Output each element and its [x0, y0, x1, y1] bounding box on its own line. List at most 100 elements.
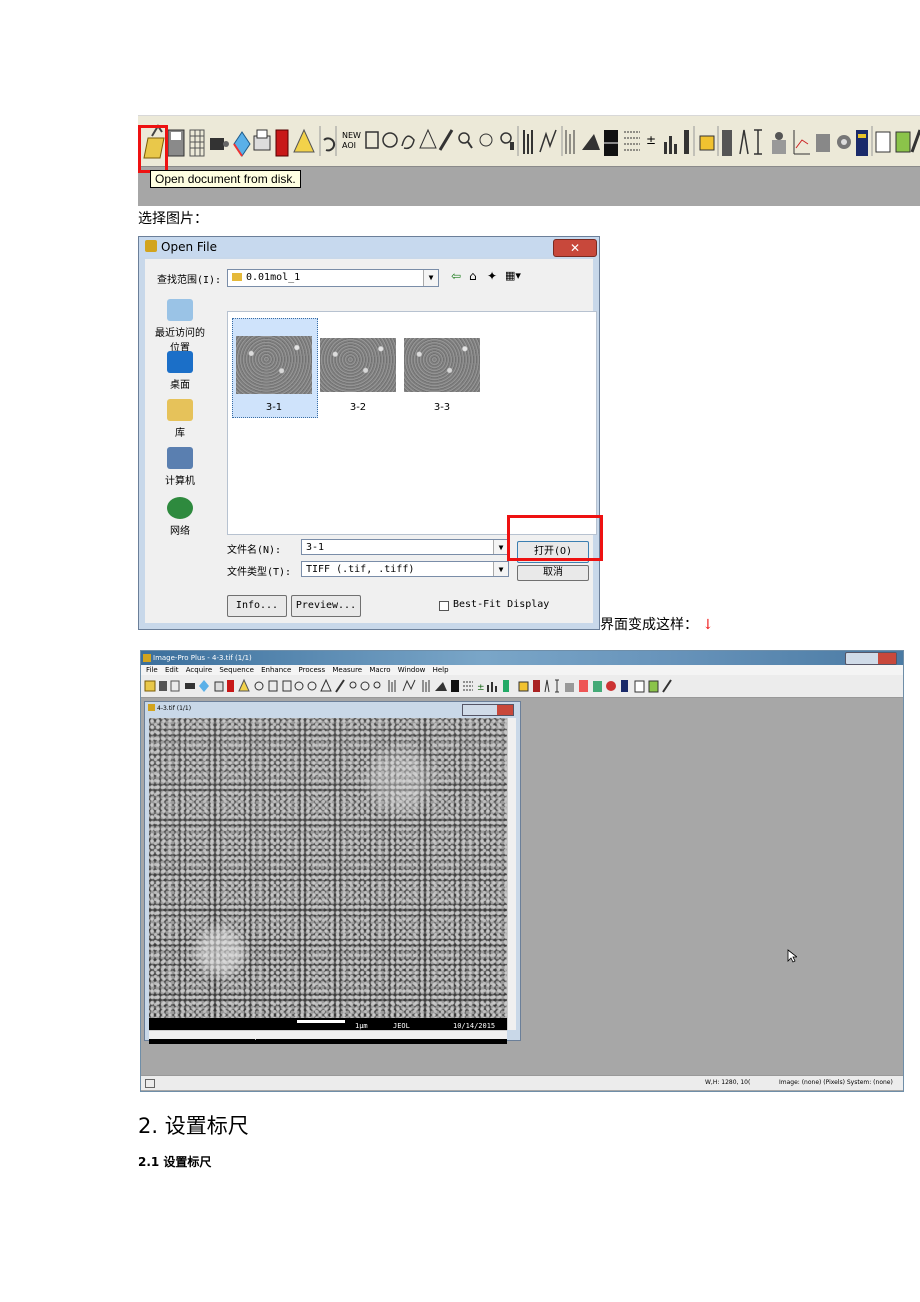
caliper-icon[interactable]: [544, 679, 550, 693]
file-thumbnail[interactable]: [320, 338, 396, 392]
microscope-icon[interactable]: [772, 132, 786, 154]
menu-help[interactable]: Help: [433, 666, 449, 674]
script-icon[interactable]: [634, 680, 645, 693]
line-profile-icon[interactable]: [539, 129, 557, 153]
up-folder-icon[interactable]: ⌂: [469, 269, 477, 283]
bar-graph-icon[interactable]: [487, 685, 489, 692]
close-icon[interactable]: [878, 653, 896, 664]
gear-icon[interactable]: [837, 135, 851, 149]
cancel-button[interactable]: 取消: [517, 565, 589, 581]
menu-sequence[interactable]: Sequence: [219, 666, 254, 674]
line-profile-icon[interactable]: [402, 679, 416, 692]
edit-macro-icon[interactable]: [662, 679, 672, 693]
window-controls[interactable]: [845, 652, 897, 665]
filter-grid-icon[interactable]: [624, 131, 640, 151]
plus-minus-icon[interactable]: ±: [646, 133, 656, 147]
save-icon[interactable]: [159, 681, 167, 691]
file-thumbnail[interactable]: [236, 336, 312, 394]
filename-input[interactable]: 3-1 ▼: [301, 539, 509, 555]
edit-macro-icon[interactable]: [910, 129, 920, 153]
macro-icon[interactable]: [895, 131, 911, 153]
close-icon[interactable]: [497, 705, 513, 715]
place-computer[interactable]: 计算机: [151, 447, 209, 487]
place-desktop[interactable]: 桌面: [151, 351, 209, 391]
new-roi-icon[interactable]: [268, 680, 278, 692]
pencil-icon[interactable]: [335, 679, 345, 693]
microscope-icon[interactable]: [565, 683, 574, 692]
filetype-select[interactable]: TIFF (.tif, .tiff) ▼: [301, 561, 509, 577]
bestfit-checkbox[interactable]: [439, 601, 449, 611]
flat-icon[interactable]: [582, 134, 600, 150]
filter-grid-icon[interactable]: [463, 681, 473, 691]
envelope-icon[interactable]: [293, 128, 315, 153]
place-library[interactable]: 库: [151, 399, 209, 439]
ruler-icon[interactable]: [754, 129, 762, 155]
bar-graph-icon[interactable]: [664, 136, 677, 154]
window-controls[interactable]: [462, 704, 514, 716]
gear-icon[interactable]: [606, 681, 616, 691]
open-folder-icon[interactable]: [144, 680, 156, 692]
script-icon[interactable]: [875, 131, 891, 153]
undo-icon[interactable]: [323, 137, 336, 152]
red-book-icon[interactable]: [227, 680, 234, 692]
color-icon[interactable]: [199, 680, 209, 692]
levels-icon[interactable]: [684, 130, 689, 154]
ruler-icon[interactable]: [555, 679, 559, 693]
yellow-tag-icon[interactable]: [699, 135, 715, 151]
printer-icon[interactable]: [214, 681, 224, 692]
menu-macro[interactable]: Macro: [369, 666, 390, 674]
view-menu-icon[interactable]: ▦▾: [505, 269, 521, 282]
plus-minus-icon[interactable]: ±: [477, 683, 485, 693]
file-thumbnail[interactable]: [404, 338, 480, 392]
book-icon[interactable]: [621, 680, 628, 692]
lookin-select[interactable]: 0.01mol_1 ▼: [227, 269, 439, 287]
close-button[interactable]: ✕: [553, 239, 597, 257]
menu-measure[interactable]: Measure: [332, 666, 362, 674]
chart-icon[interactable]: [579, 680, 588, 692]
hand-icon[interactable]: [479, 133, 493, 147]
color-icon[interactable]: [233, 131, 251, 157]
zoom-icon[interactable]: [349, 681, 357, 689]
printer-icon[interactable]: [253, 129, 271, 151]
new-roi-icon[interactable]: NEW AOI: [342, 131, 361, 150]
menu-file[interactable]: File: [146, 666, 158, 674]
black-cross-icon[interactable]: [451, 680, 459, 692]
histogram-icon[interactable]: [388, 680, 396, 692]
info-button[interactable]: Info...: [227, 595, 287, 617]
measure-icon[interactable]: [722, 130, 732, 156]
ellipse-tool-icon[interactable]: [294, 681, 304, 691]
menu-enhance[interactable]: Enhance: [261, 666, 291, 674]
red-book-icon[interactable]: [275, 129, 289, 157]
undo-icon[interactable]: [254, 681, 264, 691]
freeform-tool-icon[interactable]: [307, 681, 317, 691]
sem-image[interactable]: 1μm JEOL 10/14/2015 x15,000 10.0kV LED S…: [149, 718, 507, 1044]
wizard-icon[interactable]: [593, 681, 602, 692]
wizard-icon[interactable]: [816, 134, 830, 152]
back-arrow-icon[interactable]: ⇦: [451, 269, 461, 283]
ellipse-tool-icon[interactable]: [382, 132, 398, 148]
black-cross-icon[interactable]: [604, 130, 618, 156]
book-icon[interactable]: [856, 130, 868, 156]
grid-icon[interactable]: [189, 129, 205, 157]
zoom-icon[interactable]: [458, 132, 473, 149]
polygon-tool-icon[interactable]: [419, 128, 437, 149]
vertical-scrollbar[interactable]: [507, 718, 516, 1030]
preview-button[interactable]: Preview...: [291, 595, 361, 617]
hand-icon[interactable]: [360, 681, 370, 691]
camera-icon[interactable]: [185, 683, 195, 689]
grid-icon[interactable]: [170, 680, 180, 692]
macro-icon[interactable]: [648, 680, 659, 693]
rectangle-tool-icon[interactable]: [282, 680, 292, 692]
polygon-tool-icon[interactable]: [320, 678, 332, 692]
yellow-tag-icon[interactable]: [518, 681, 529, 692]
chart-icon[interactable]: [793, 130, 810, 155]
measure-icon[interactable]: [533, 680, 540, 692]
save-icon[interactable]: [167, 129, 185, 157]
menu-window[interactable]: Window: [398, 666, 426, 674]
menu-process[interactable]: Process: [299, 666, 326, 674]
bar-icon[interactable]: [565, 130, 575, 154]
freeform-tool-icon[interactable]: [401, 135, 415, 150]
rectangle-tool-icon[interactable]: [365, 131, 379, 149]
camera-icon[interactable]: [210, 138, 229, 150]
levels-icon[interactable]: [503, 680, 509, 692]
